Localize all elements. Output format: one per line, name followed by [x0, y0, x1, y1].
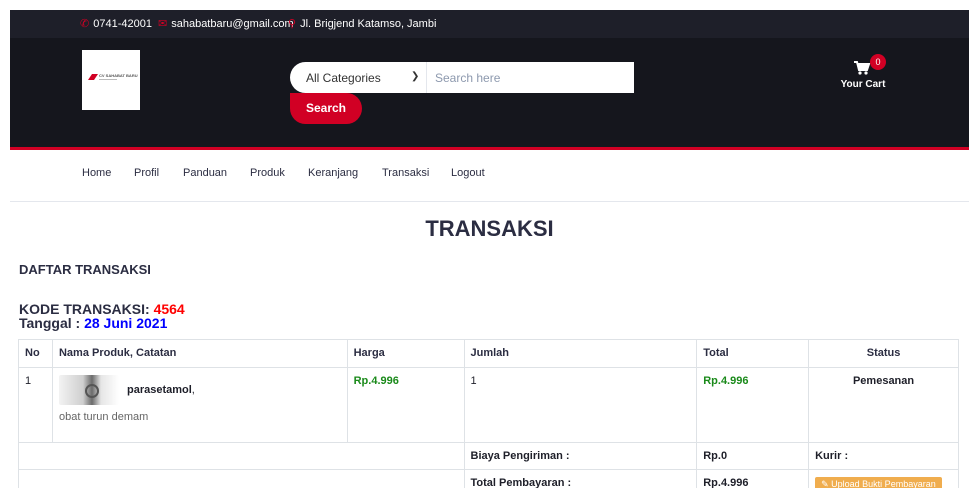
- logo-text: CV SAHABAT BARU: [99, 73, 138, 78]
- main-nav: Home Profil Panduan Produk Keranjang Tra…: [10, 150, 969, 202]
- search-button[interactable]: Search: [290, 93, 362, 124]
- row-number: 1: [18, 367, 53, 443]
- page-title: TRANSAKSI: [425, 216, 554, 241]
- transaction-table: No Nama Produk, Catatan Harga Jumlah Tot…: [18, 339, 959, 488]
- payment-row: Total Pembayaran : Rp.4.996 ✎ Upload Buk…: [18, 469, 959, 488]
- shipping-label: Biaya Pengiriman :: [463, 442, 698, 470]
- address-info[interactable]: ⚲ Jl. Brigjend Katamso, Jambi: [288, 17, 436, 30]
- transaction-date: Tanggal : 28 Juni 2021: [19, 315, 167, 331]
- status-cell: Pemesanan: [808, 367, 959, 443]
- upload-cell: ✎ Upload Bukti Pembayaran: [808, 469, 959, 488]
- category-select[interactable]: All Categories ❯: [290, 62, 427, 93]
- shipping-value: Rp.0: [696, 442, 810, 470]
- site-logo[interactable]: CV SAHABAT BARU: [82, 50, 140, 110]
- total-cell: Rp.4.996: [696, 367, 810, 443]
- phone-info[interactable]: ✆ 0741-42001: [80, 17, 152, 30]
- nav-item-panduan[interactable]: Panduan: [183, 167, 227, 179]
- phone-icon: ✆: [80, 18, 90, 30]
- main-header: CV SAHABAT BARU All Categories ❯ Search …: [10, 38, 969, 147]
- quantity-cell: 1: [463, 367, 698, 443]
- chevron-down-icon: ❯: [411, 71, 420, 82]
- nav-item-logout[interactable]: Logout: [451, 167, 485, 179]
- transaction-date-value: 28 Juni 2021: [84, 315, 168, 331]
- map-marker-icon: ⚲: [288, 18, 297, 30]
- column-header-product: Nama Produk, Catatan: [51, 339, 348, 368]
- courier-label: Kurir :: [808, 442, 959, 470]
- product-name[interactable]: parasetamol: [127, 384, 192, 396]
- payment-label: Total Pembayaran :: [463, 469, 698, 488]
- search-input[interactable]: Search here: [427, 62, 634, 93]
- phone-text: 0741-42001: [93, 18, 152, 30]
- shipping-spacer: [18, 442, 465, 470]
- payment-spacer: [18, 469, 465, 488]
- price-cell: Rp.4.996: [346, 367, 465, 443]
- logo-underline: [99, 79, 117, 80]
- address-text: Jl. Brigjend Katamso, Jambi: [300, 18, 437, 30]
- upload-icon: ✎: [821, 479, 832, 488]
- cart-button[interactable]: 0 Your Cart: [828, 54, 898, 96]
- product-image: [58, 375, 119, 405]
- upload-proof-button[interactable]: ✎ Upload Bukti Pembayaran: [815, 477, 942, 488]
- section-title: DAFTAR TRANSAKSI: [19, 262, 151, 277]
- column-header-no: No: [18, 339, 53, 368]
- table-header-row: No Nama Produk, Catatan Harga Jumlah Tot…: [18, 339, 959, 368]
- logo-mark-icon: [88, 74, 98, 80]
- payment-value: Rp.4.996: [696, 469, 810, 488]
- nav-item-keranjang[interactable]: Keranjang: [308, 167, 358, 179]
- column-header-status: Status: [808, 339, 959, 368]
- nav-item-profil[interactable]: Profil: [134, 167, 159, 179]
- nav-item-produk[interactable]: Produk: [250, 167, 285, 179]
- top-info-bar: ✆ 0741-42001 ✉ sahabatbaru@gmail.com ⚲ Jl. …: [10, 10, 969, 38]
- email-text: sahabatbaru@gmail.com: [171, 18, 294, 30]
- column-header-price: Harga: [346, 339, 465, 368]
- email-info[interactable]: ✉ sahabatbaru@gmail.com: [158, 17, 294, 30]
- shipping-row: Biaya Pengiriman : Rp.0 Kurir :: [18, 442, 959, 470]
- transaction-date-label: Tanggal :: [19, 315, 81, 331]
- nav-item-transaksi[interactable]: Transaksi: [382, 167, 429, 179]
- upload-proof-label: Upload Bukti Pembayaran: [831, 479, 936, 488]
- column-header-total: Total: [696, 339, 810, 368]
- cart-label: Your Cart: [840, 79, 886, 90]
- envelope-icon: ✉: [158, 18, 168, 30]
- search-form: All Categories ❯ Search here: [290, 62, 634, 93]
- nav-item-home[interactable]: Home: [82, 167, 111, 179]
- product-separator: ,: [191, 383, 195, 396]
- shopping-cart-icon: [854, 61, 871, 75]
- cart-count-badge: 0: [870, 54, 886, 70]
- column-header-quantity: Jumlah: [463, 339, 698, 368]
- product-note: obat turun demam: [58, 411, 149, 423]
- product-cell: parasetamol, obat turun demam: [51, 367, 348, 443]
- table-row: 1 parasetamol, obat turun demam Rp.4.996…: [18, 367, 959, 443]
- category-select-value: All Categories: [306, 71, 381, 85]
